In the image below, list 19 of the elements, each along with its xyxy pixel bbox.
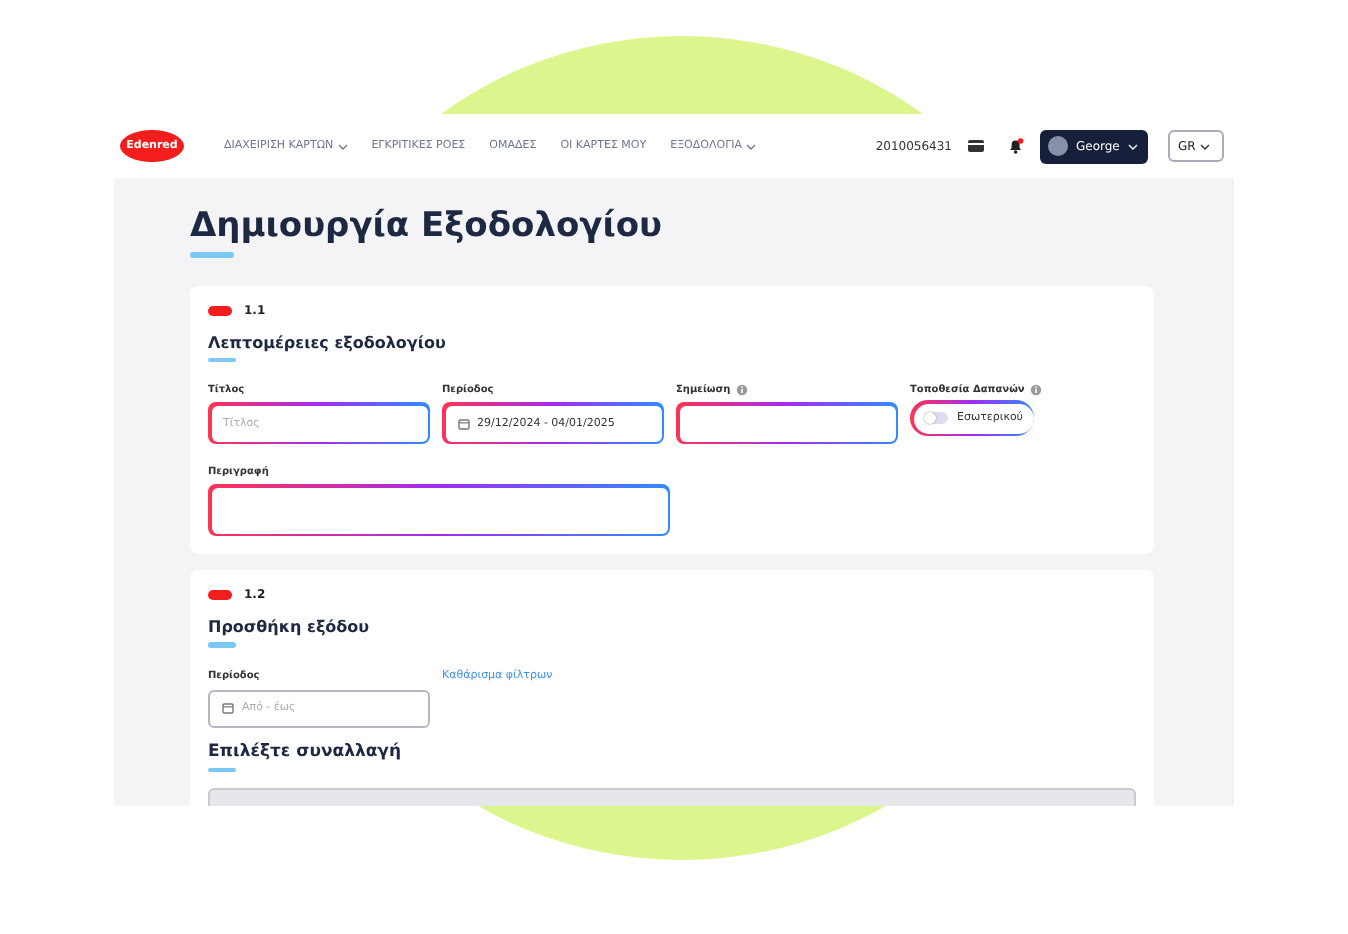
card-icon[interactable]	[968, 140, 984, 152]
avatar-icon	[1048, 136, 1068, 156]
step-marker-icon	[208, 590, 232, 600]
chevron-down-icon	[1127, 143, 1138, 149]
text-field[interactable]	[676, 402, 898, 444]
chevron-down-icon	[746, 143, 757, 149]
section-subtitle: Επιλέξτε συναλλαγή	[208, 741, 404, 761]
bell-icon[interactable]	[1008, 138, 1024, 154]
section-title: Προσθήκη εξόδου	[208, 618, 372, 636]
info-icon	[1030, 384, 1043, 396]
step-marker-icon	[208, 305, 232, 315]
description-field[interactable]	[208, 484, 670, 536]
calendar-icon	[222, 702, 234, 714]
calendar-icon	[457, 417, 469, 429]
chevron-down-icon	[337, 143, 348, 149]
chevron-down-icon	[1199, 143, 1210, 149]
section-title: Λεπτομέρειες εξοδολογίου	[208, 333, 448, 351]
page-title: Δημιουργία Εξοδολογίου	[190, 206, 665, 246]
info-icon	[736, 384, 749, 396]
